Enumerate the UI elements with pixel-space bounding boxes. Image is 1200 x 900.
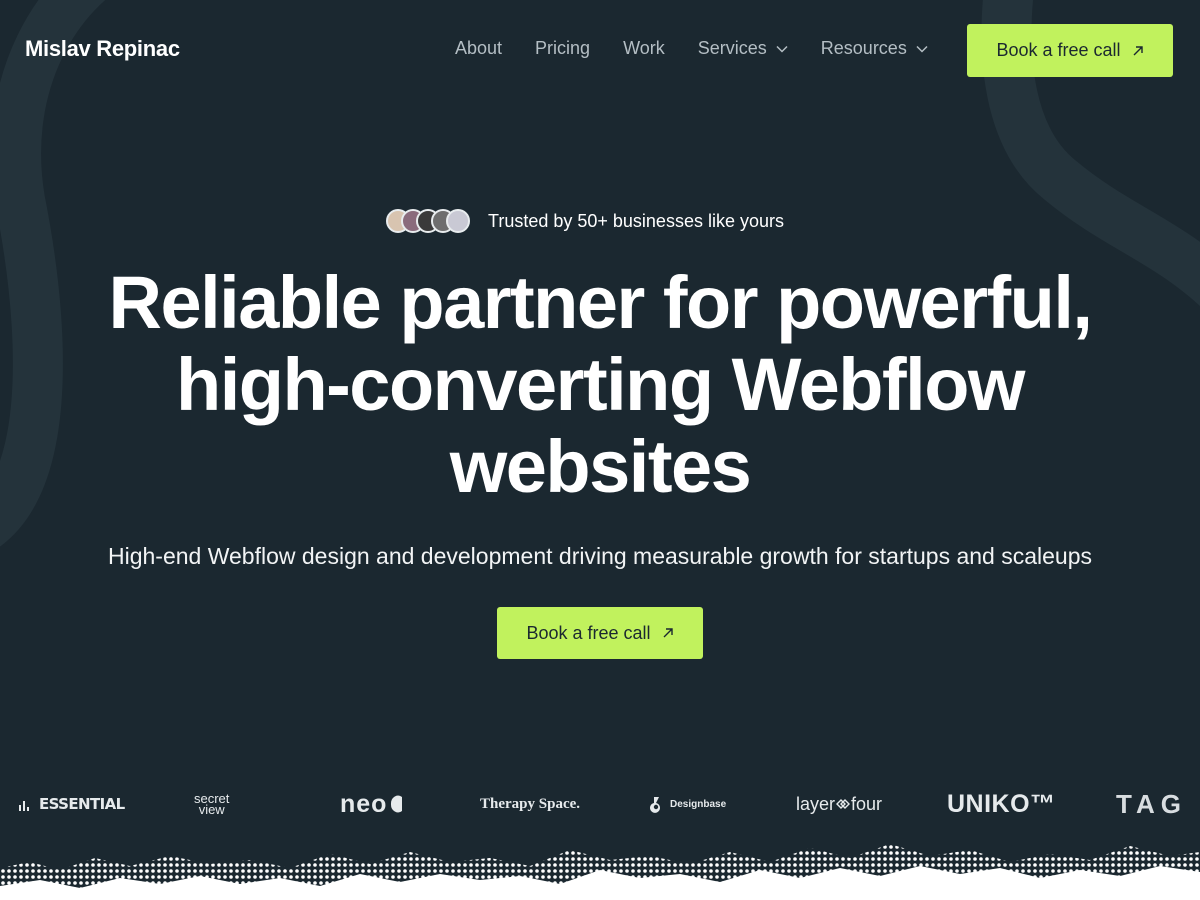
logo-uniko: UNIKO™ bbox=[947, 789, 1056, 818]
logo-layer-four: layer four bbox=[796, 780, 882, 828]
logo-tag: TAG bbox=[1116, 788, 1187, 819]
avatar bbox=[446, 209, 470, 233]
headline-line-1: Reliable partner for powerful, bbox=[108, 261, 1093, 344]
hero-subtitle: High-end Webflow design and development … bbox=[107, 543, 1093, 569]
logo-view-text: view bbox=[198, 802, 225, 817]
designbase-mark-icon bbox=[650, 797, 660, 813]
book-call-label: Book a free call bbox=[996, 40, 1121, 60]
chevron-down-icon bbox=[916, 45, 928, 53]
client-avatars bbox=[386, 209, 470, 233]
chevron-down-icon bbox=[776, 45, 788, 53]
nav-resources-label: Resources bbox=[820, 38, 907, 58]
nav-resources-dropdown[interactable]: Resources bbox=[821, 38, 928, 59]
logo-secret-view: secret view bbox=[194, 780, 229, 828]
bar-chart-icon bbox=[19, 801, 29, 811]
nav-pricing-label: Pricing bbox=[535, 38, 591, 58]
logo-layer-text: layer bbox=[796, 793, 836, 814]
nav-about-label: About bbox=[455, 38, 503, 58]
nav-work-label: Work bbox=[623, 38, 665, 58]
torn-paper-edge bbox=[0, 844, 1200, 900]
headline-line-2: high-converting Webflow bbox=[176, 343, 1025, 426]
book-call-button-hero[interactable]: Book a free call bbox=[497, 607, 703, 659]
nav-services-label: Services bbox=[697, 38, 767, 58]
hero-headline: Reliable partner for powerful, high-conv… bbox=[0, 262, 1200, 508]
logo-designbase-text: Designbase bbox=[670, 798, 727, 810]
half-circle-icon bbox=[391, 795, 403, 813]
trusted-text: Trusted by 50+ businesses like yours bbox=[488, 210, 784, 231]
brand-logo[interactable]: Mislav Repinac bbox=[25, 36, 180, 62]
top-navigation: Mislav Repinac About Pricing Work Servic… bbox=[0, 0, 1200, 100]
book-call-label: Book a free call bbox=[526, 622, 651, 643]
arrow-up-right-icon bbox=[663, 628, 673, 638]
logo-neo: neo bbox=[340, 780, 403, 828]
trusted-badge: Trusted by 50+ businesses like yours bbox=[386, 209, 784, 233]
logo-neo-text: neo bbox=[340, 789, 388, 818]
logo-essential-text: ESSENTIAL bbox=[39, 795, 125, 813]
layer-link-icon bbox=[836, 799, 851, 809]
client-logos: ESSENTIAL secret view neo Therapy Space.… bbox=[0, 780, 1200, 828]
nav-pricing[interactable]: Pricing bbox=[535, 38, 590, 59]
nav-work[interactable]: Work bbox=[623, 38, 665, 59]
nav-about[interactable]: About bbox=[455, 38, 502, 59]
arrow-up-right-icon bbox=[1133, 45, 1143, 55]
headline-line-3: websites bbox=[449, 425, 752, 508]
nav-links: About Pricing Work Services Resources bbox=[455, 38, 961, 59]
logo-essential: ESSENTIAL bbox=[18, 780, 125, 828]
logo-four-text: four bbox=[851, 793, 883, 814]
logo-designbase: Designbase bbox=[650, 780, 726, 828]
logo-therapy-space: Therapy Space. bbox=[480, 795, 581, 812]
nav-services-dropdown[interactable]: Services bbox=[698, 38, 788, 59]
book-call-button-nav[interactable]: Book a free call bbox=[967, 24, 1173, 77]
